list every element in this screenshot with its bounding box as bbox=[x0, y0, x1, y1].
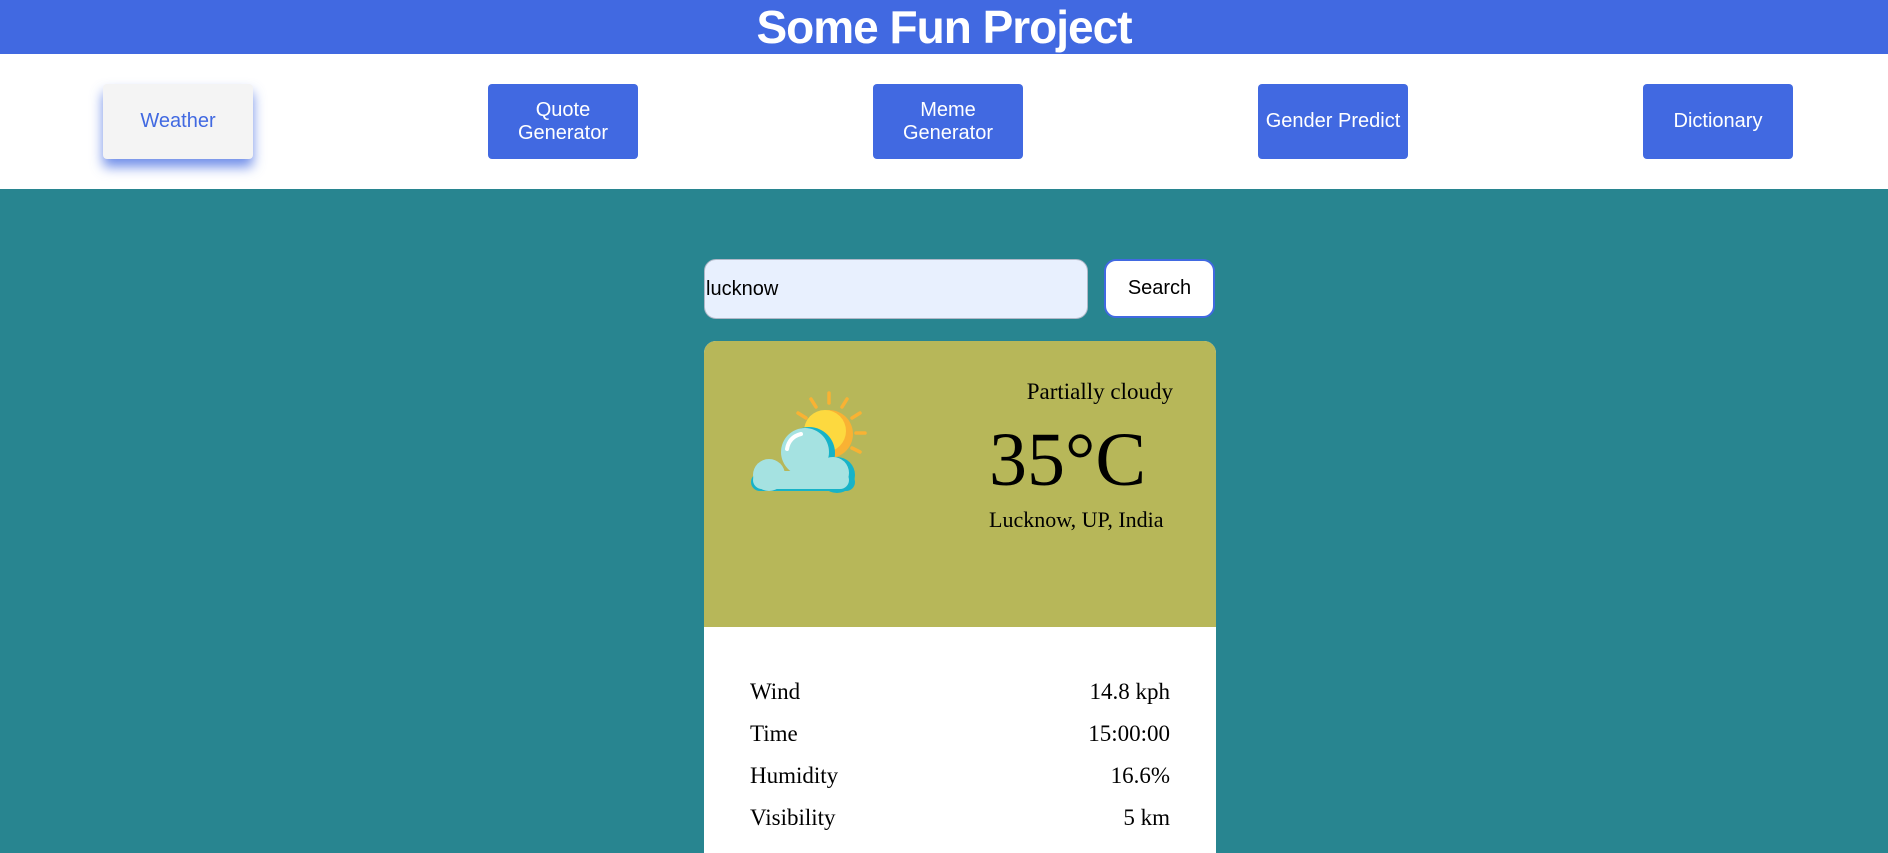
nav-bar: Weather Quote Generator Meme Generator G… bbox=[0, 54, 1888, 189]
nav-meme-generator-button[interactable]: Meme Generator bbox=[873, 84, 1023, 159]
partly-cloudy-icon bbox=[751, 391, 867, 493]
temperature: 35°C bbox=[989, 418, 1147, 502]
detail-label: Visibility bbox=[750, 805, 836, 830]
detail-label: Time bbox=[750, 721, 798, 746]
page-title: Some Fun Project bbox=[756, 1, 1132, 53]
weather-condition: Partially cloudy bbox=[1026, 379, 1173, 404]
detail-label: Humidity bbox=[750, 763, 839, 788]
search-button[interactable]: Search bbox=[1104, 259, 1215, 318]
nav-weather-button[interactable]: Weather bbox=[103, 84, 253, 159]
search-input[interactable] bbox=[704, 259, 1088, 319]
title-bar: Some Fun Project bbox=[0, 0, 1888, 54]
nav-gender-predict-button[interactable]: Gender Predict bbox=[1258, 84, 1408, 159]
weather-card: Partially cloudy 35°C Lucknow, UP, India… bbox=[704, 341, 1216, 853]
detail-value: 15:00:00 bbox=[1088, 721, 1170, 746]
detail-value: 5 km bbox=[1123, 805, 1170, 830]
detail-row-humidity: Humidity 16.6% bbox=[750, 755, 1170, 797]
nav-dictionary-button[interactable]: Dictionary bbox=[1643, 84, 1793, 159]
detail-label: Wind bbox=[750, 679, 801, 704]
detail-value: 16.6% bbox=[1110, 763, 1170, 788]
location: Lucknow, UP, India bbox=[989, 507, 1164, 532]
weather-details: Wind 14.8 kph Time 15:00:00 Humidity 16.… bbox=[750, 671, 1170, 839]
detail-row-wind: Wind 14.8 kph bbox=[750, 671, 1170, 713]
detail-row-time: Time 15:00:00 bbox=[750, 713, 1170, 755]
nav-quote-generator-button[interactable]: Quote Generator bbox=[488, 84, 638, 159]
detail-row-visibility: Visibility 5 km bbox=[750, 797, 1170, 839]
detail-value: 14.8 kph bbox=[1089, 679, 1171, 704]
weather-summary: Partially cloudy 35°C Lucknow, UP, India bbox=[704, 341, 1216, 627]
